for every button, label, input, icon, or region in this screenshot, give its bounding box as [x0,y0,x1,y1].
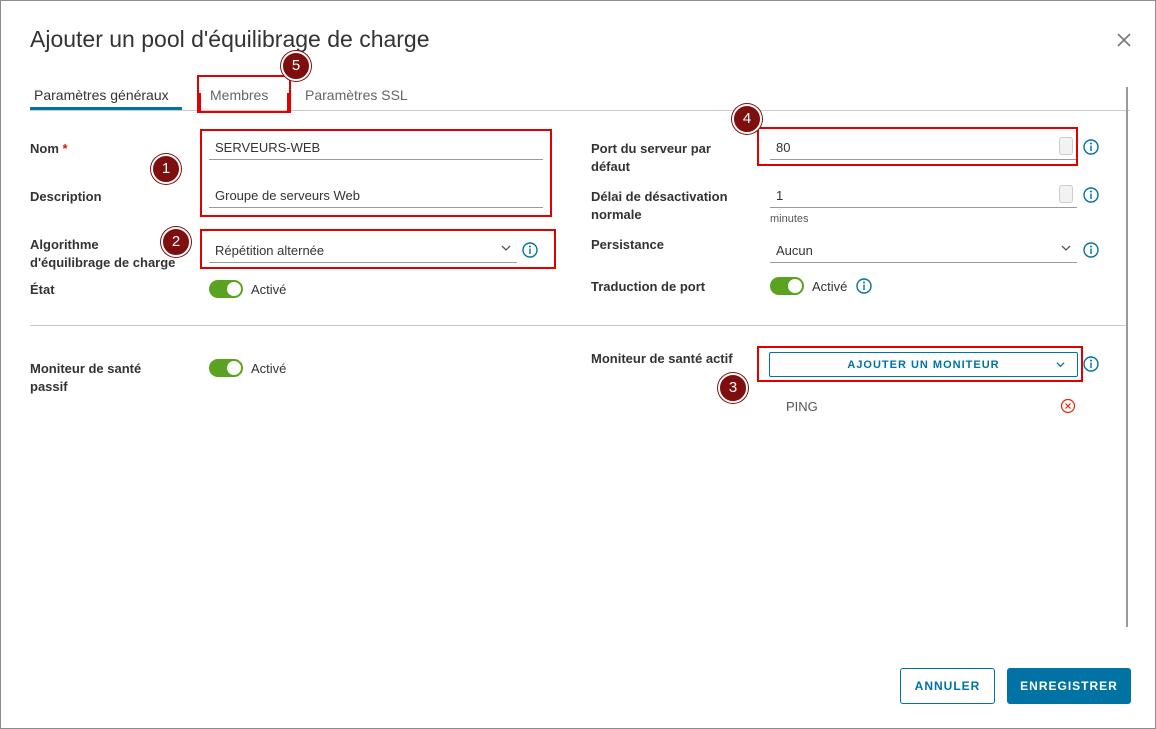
load-balancer-pool-dialog: Ajouter un pool d'équilibrage de charge … [0,0,1156,729]
toggle-knob [227,361,241,375]
passive-monitor-label: Moniteur de santé passif [30,361,142,394]
info-icon[interactable] [1083,356,1099,372]
algorithm-label: Algorithme d'équilibrage de charge [30,237,176,270]
cancel-button[interactable]: ANNULER [900,668,995,704]
highlight-box-members-tab [197,75,291,113]
highlight-box-monitor [757,346,1083,382]
active-monitor-label: Moniteur de santé actif [591,351,733,366]
chevron-down-icon [1061,245,1071,251]
monitor-item-ping: PING [786,399,818,414]
port-translation-toggle[interactable] [770,277,804,295]
save-button[interactable]: ENREGISTRER [1007,668,1131,704]
info-icon[interactable] [1083,139,1099,155]
required-marker: * [62,141,68,156]
graceful-timeout-stepper[interactable] [1059,185,1073,203]
graceful-timeout-label: Délai de désactivation normale [591,189,728,222]
info-icon[interactable] [1083,242,1099,258]
scrollbar[interactable] [1126,87,1128,627]
dialog-title: Ajouter un pool d'équilibrage de charge [30,26,430,52]
highlight-box-port [757,127,1078,166]
close-icon[interactable] [1114,30,1134,50]
annotation-badge: 3 [718,373,748,403]
state-label: État [30,282,55,297]
info-icon[interactable] [856,278,872,294]
highlight-box-name-description [200,129,552,217]
passive-monitor-toggle-label: Activé [251,361,287,376]
annotation-badge: 5 [281,51,311,81]
port-label: Port du serveur par défaut [591,141,711,174]
remove-circle-icon[interactable] [1060,398,1076,414]
state-toggle-label: Activé [251,282,287,297]
port-translation-label: Traduction de port [591,279,706,294]
annotation-badge: 4 [732,104,762,134]
persistence-label: Persistance [591,237,664,252]
port-translation-toggle-label: Activé [812,279,848,294]
annotation-badge: 2 [161,227,191,257]
description-label: Description [30,189,102,204]
highlight-box-algorithm [200,229,556,269]
annotation-badge: 1 [151,154,181,184]
tab-bar: Paramètres généraux Membres Paramètres S… [30,81,1130,111]
active-tab-indicator [30,107,182,110]
minutes-hint: minutes [770,213,809,225]
tab-general-settings[interactable]: Paramètres généraux [34,87,169,103]
passive-monitor-toggle[interactable] [209,359,243,377]
persistence-select[interactable]: Aucun [770,237,1077,263]
section-divider [30,325,1126,326]
name-label: Nom * [30,141,68,156]
state-toggle[interactable] [209,280,243,298]
tab-ssl-settings[interactable]: Paramètres SSL [305,87,408,103]
toggle-knob [227,282,241,296]
info-icon[interactable] [1083,187,1099,203]
toggle-knob [788,279,802,293]
graceful-timeout-field[interactable]: 1 [770,182,1077,208]
